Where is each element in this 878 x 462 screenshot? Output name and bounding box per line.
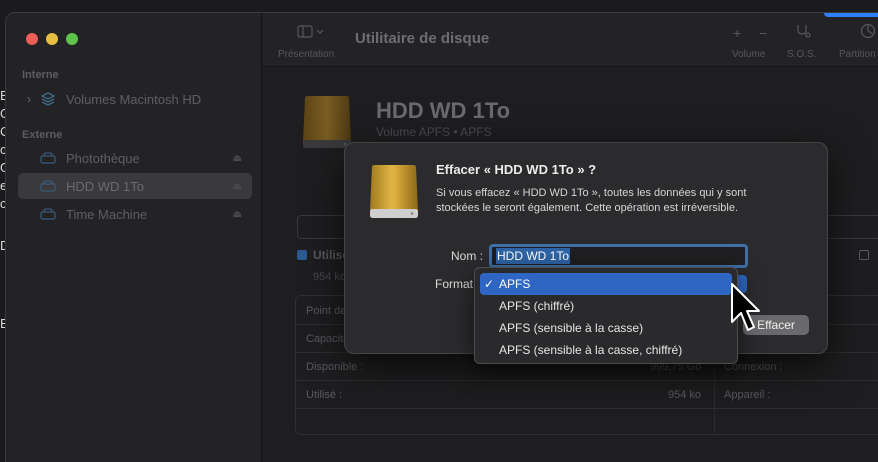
partition-label[interactable]: Partition xyxy=(839,49,876,60)
used-swatch xyxy=(297,250,307,260)
drive-icon xyxy=(38,151,58,165)
toolbar: Présentation Utilitaire de disque + − Vo… xyxy=(263,13,878,67)
disk-title: HDD WD 1To xyxy=(376,98,511,123)
mouse-pointer-icon xyxy=(730,282,760,343)
desktop: E G C c G e c D E Interne › Volumes Maci… xyxy=(0,0,878,462)
sidebar-item-hdd-wd-1to[interactable]: HDD WD 1To ⏏ xyxy=(18,173,252,199)
minimize-button[interactable] xyxy=(46,33,58,45)
format-option-apfs-encrypted[interactable]: APFS (chiffré) xyxy=(480,295,732,317)
used-legend-value: 954 ko xyxy=(313,271,347,283)
name-field-value: HDD WD 1To xyxy=(496,248,571,264)
dialog-title: Effacer « HDD WD 1To » ? xyxy=(436,162,597,177)
sidebar-item-label: HDD WD 1To xyxy=(66,178,145,194)
mount-point-label: Point de xyxy=(306,305,347,317)
stack-layers-icon xyxy=(38,92,58,106)
eject-icon[interactable]: ⏏ xyxy=(233,181,242,192)
sidebar-section-external: Externe xyxy=(22,129,63,141)
disk-subtitle: Volume APFS • APFS xyxy=(376,125,492,139)
sidebar-item-label: Photothèque xyxy=(66,150,140,166)
sidebar-toggle-icon[interactable] xyxy=(297,25,325,42)
eject-icon[interactable]: ⏏ xyxy=(233,153,242,164)
close-button[interactable] xyxy=(26,33,38,45)
sidebar-item-label: Volumes Macintosh HD xyxy=(66,91,202,107)
checkmark-icon: ✓ xyxy=(484,277,495,291)
name-label: Nom : xyxy=(450,249,483,263)
free-swatch xyxy=(859,250,869,260)
format-option-apfs-case-sensitive-encrypted[interactable]: APFS (sensible à la casse, chiffré) xyxy=(480,339,732,361)
stethoscope-icon[interactable] xyxy=(795,23,811,42)
used-value: 954 ko xyxy=(668,389,702,401)
plus-icon[interactable]: + xyxy=(733,25,741,41)
format-option-apfs-case-sensitive[interactable]: APFS (sensible à la casse) xyxy=(480,317,732,339)
presentation-label[interactable]: Présentation xyxy=(278,49,334,60)
minus-icon[interactable]: − xyxy=(759,25,767,41)
erase-button-label: Effacer xyxy=(757,318,795,332)
available-label: Disponible : xyxy=(306,361,364,373)
dialog-message: Si vous effacez « HDD WD 1To », toutes l… xyxy=(436,187,747,214)
sidebar-item-volumes-macintosh-hd[interactable]: › Volumes Macintosh HD xyxy=(18,86,252,112)
sos-label[interactable]: S.O.S. xyxy=(787,49,816,60)
format-option-apfs[interactable]: ✓ APFS xyxy=(480,273,732,295)
device-label: Appareil : xyxy=(724,389,771,401)
capacity-label: Capacité xyxy=(306,333,350,345)
chevron-right-icon[interactable]: › xyxy=(20,92,38,106)
drive-icon xyxy=(38,207,58,221)
pie-chart-icon[interactable] xyxy=(860,23,876,42)
sidebar-item-phototheque[interactable]: Photothèque ⏏ xyxy=(18,145,252,171)
hard-drive-icon xyxy=(365,163,423,226)
sidebar: Interne › Volumes Macintosh HD Externe P… xyxy=(6,13,262,462)
drive-icon xyxy=(38,179,58,193)
sidebar-item-time-machine[interactable]: Time Machine ⏏ xyxy=(18,201,252,227)
sidebar-section-internal: Interne xyxy=(22,69,59,81)
window-title: Utilitaire de disque xyxy=(355,30,490,47)
format-label: Format xyxy=(434,277,473,291)
sidebar-item-label: Time Machine xyxy=(66,206,148,222)
format-menu: ✓ APFS APFS (chiffré) APFS (sensible à l… xyxy=(474,267,738,364)
name-field[interactable]: HDD WD 1To xyxy=(489,244,748,268)
zoom-button[interactable] xyxy=(66,33,78,45)
volume-label[interactable]: Volume xyxy=(732,49,765,60)
accent-strip xyxy=(824,13,878,17)
eject-icon[interactable]: ⏏ xyxy=(233,209,242,220)
used-label: Utilisé : xyxy=(306,389,343,401)
